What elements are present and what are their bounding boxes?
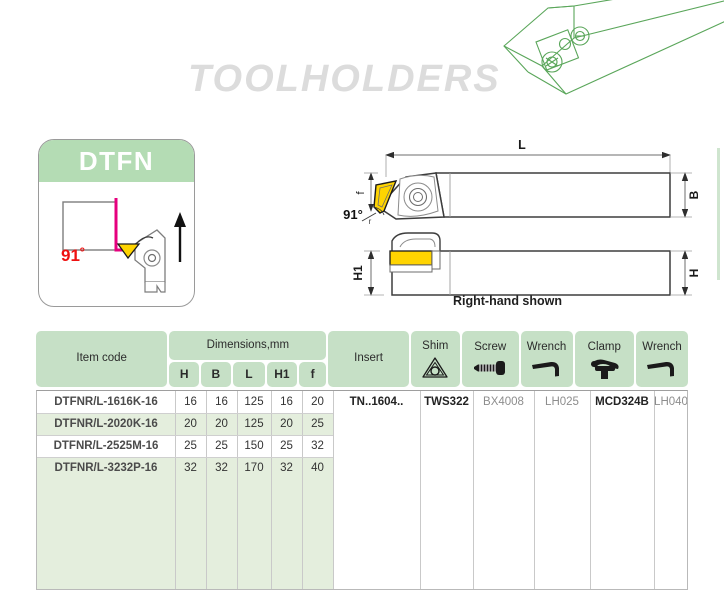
page-edge-tab — [717, 148, 720, 280]
cell-f: 20 — [311, 395, 324, 408]
type-card-title: DTFN — [78, 145, 155, 176]
cell-H1: 32 — [280, 461, 293, 474]
technical-dimension-drawing: L B f 91° r H1 H — [343, 138, 701, 296]
feed-direction-arrow-icon — [174, 212, 186, 262]
cutting-angle-label: 91˚ — [61, 246, 86, 265]
dim-label-B: B — [687, 190, 701, 199]
dim-label-H1: H1 — [351, 265, 365, 281]
cell-item-code: DTFNR/L-2525M-16 — [53, 439, 159, 452]
cell-B: 25 — [215, 439, 228, 452]
col-header-wrench-2: Wrench — [636, 331, 688, 387]
page-title: TOOLHOLDERS — [188, 58, 501, 100]
cell-H1: 25 — [280, 439, 293, 452]
page-banner: TOOLHOLDERS — [0, 0, 724, 130]
col-header-H1: H1 — [267, 362, 297, 387]
cell-H: 32 — [184, 461, 197, 474]
cell-f: 40 — [311, 461, 324, 474]
cell-shim: TWS322 — [424, 395, 469, 408]
cell-item-code: DTFNR/L-3232P-16 — [54, 461, 158, 474]
table-header-row: Item code Dimensions,mm H B L H1 f Inser… — [36, 331, 688, 387]
type-card-figure: 91˚ — [39, 182, 194, 306]
cell-H: 20 — [184, 417, 197, 430]
col-header-clamp: Clamp — [574, 331, 635, 387]
cell-f: 32 — [311, 439, 324, 452]
cell-insert: TN..1604.. — [349, 395, 404, 408]
hex-key-wrench-icon — [647, 361, 675, 377]
col-header-dimensions-group: Dimensions,mm — [169, 331, 327, 360]
col-header-L: L — [232, 362, 266, 387]
cell-B: 20 — [215, 417, 228, 430]
col-header-H: H — [169, 362, 199, 387]
cell-L: 170 — [244, 461, 264, 474]
table-body: DTFNR/L-1616K-16 16 16 125 16 20 DTFNR/L… — [36, 390, 688, 590]
specification-table: Item code Dimensions,mm H B L H1 f Inser… — [36, 331, 688, 593]
cell-L: 125 — [244, 395, 264, 408]
dim-label-f: f — [355, 191, 367, 195]
cell-clamp: MCD324B — [595, 395, 649, 408]
toolholder-type-card: DTFN 91˚ — [38, 139, 195, 307]
dim-label-r: r — [369, 217, 372, 226]
col-header-item-code: Item code — [36, 331, 168, 387]
cell-f: 25 — [311, 417, 324, 430]
dim-label-H: H — [687, 269, 701, 278]
cell-wrench-1: LH025 — [545, 395, 579, 408]
cell-B: 16 — [215, 395, 228, 408]
cell-wrench-2: LH040 — [654, 395, 688, 408]
cell-H1: 16 — [280, 395, 293, 408]
cell-item-code: DTFNR/L-1616K-16 — [54, 395, 158, 408]
drawing-caption: Right-hand shown — [453, 294, 563, 308]
cell-H: 25 — [184, 439, 197, 452]
screw-icon — [474, 360, 506, 375]
col-header-screw: Screw — [461, 331, 519, 387]
cell-L: 125 — [244, 417, 264, 430]
hex-key-wrench-icon — [531, 361, 559, 377]
cell-item-code: DTFNR/L-2020K-16 — [54, 417, 158, 430]
col-header-B: B — [200, 362, 231, 387]
clamp-icon — [591, 359, 619, 379]
type-card-header: DTFN — [39, 140, 194, 182]
workpiece-rectangle — [62, 201, 117, 251]
toolholder-line-art-icon — [503, 0, 724, 95]
cell-L: 150 — [244, 439, 264, 452]
shim-triangle-icon — [422, 356, 448, 378]
cell-B: 32 — [215, 461, 228, 474]
col-header-insert: Insert — [328, 331, 409, 387]
col-header-wrench-1: Wrench — [520, 331, 573, 387]
cell-H1: 20 — [280, 417, 293, 430]
cell-screw: BX4008 — [483, 395, 524, 408]
col-header-f: f — [298, 362, 327, 387]
cell-H: 16 — [184, 395, 197, 408]
col-header-shim: Shim — [410, 331, 460, 387]
dim-label-angle: 91° — [343, 207, 363, 222]
dim-label-L: L — [518, 138, 526, 152]
cutting-geometry-diagram-icon — [62, 198, 186, 293]
